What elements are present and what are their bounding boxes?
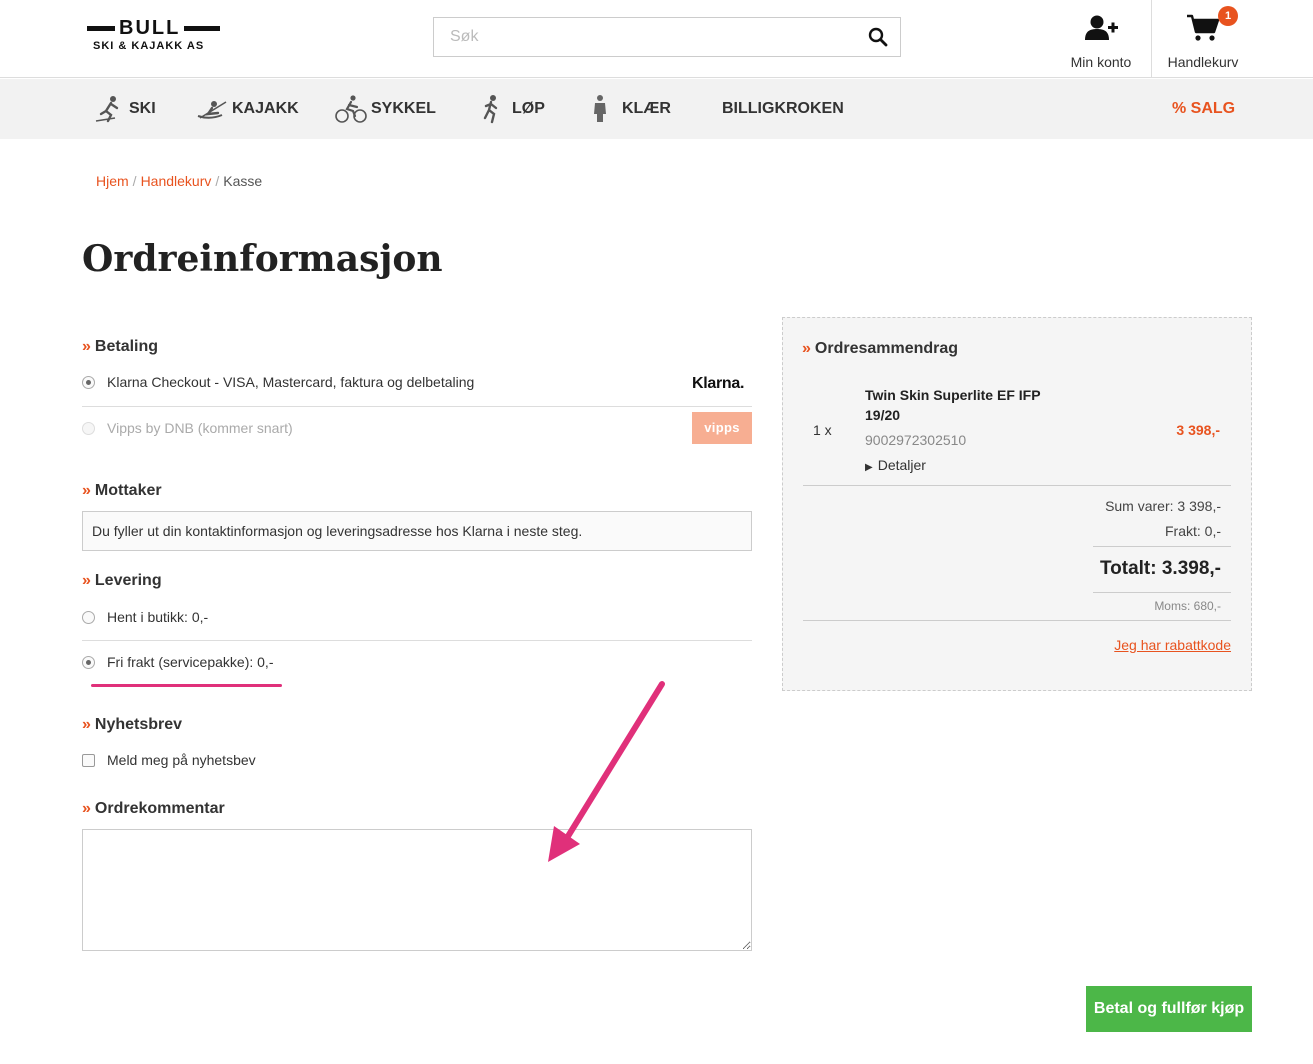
nav-item-sykkel[interactable]: SYKKEL <box>335 79 436 139</box>
order-total: Totalt: 3.398,- <box>1099 558 1221 579</box>
breadcrumb: Hjem / Handlekurv / Kasse <box>96 173 263 189</box>
triangle-right-icon: ▶ <box>865 462 873 473</box>
recipient-info-box: Du fyller ut din kontaktinformasjon og l… <box>82 511 752 551</box>
cart-link[interactable]: 1 Handlekurv <box>1151 0 1313 78</box>
pay-and-complete-button[interactable]: Betal og fullfør kjøp <box>1086 986 1252 1032</box>
nav-label-ski: SKI <box>129 100 156 117</box>
newsletter-checkbox[interactable] <box>82 753 95 767</box>
item-name: Twin Skin Superlite EF IFP 19/20 <box>865 387 1041 423</box>
cart-icon <box>1187 14 1220 41</box>
nav-label-klaer: KLÆR <box>622 100 671 117</box>
payment-radio-klarna[interactable] <box>82 375 95 389</box>
vat-amount: Moms: 680,- <box>1154 599 1221 613</box>
nav-label-billigkroken: BILLIGKROKEN <box>722 100 844 117</box>
divider <box>803 620 1231 621</box>
annotation-arrow-icon <box>548 681 665 862</box>
main-nav: SKI KAJAKK SYKKEL LØP KLÆR BILLIGKROKEN … <box>0 79 1313 139</box>
nav-item-klaer[interactable]: KLÆR <box>586 79 671 139</box>
runner-icon <box>483 95 498 124</box>
divider <box>1093 592 1231 593</box>
delivery-label-free-shipping: Fri frakt (servicepakke): 0,- <box>107 654 274 670</box>
logo-main-text: BULL <box>119 17 181 39</box>
delivery-option-free-shipping[interactable]: Fri frakt (servicepakke): 0,- <box>82 642 752 682</box>
site-header: BULL SKI & KAJAKK AS Min konto 1 Handlek… <box>0 0 1313 78</box>
vipps-logo: vipps <box>692 412 752 444</box>
search-input[interactable] <box>434 18 854 56</box>
user-add-icon <box>1085 15 1118 40</box>
nav-item-lop[interactable]: LØP <box>476 79 545 139</box>
annotation-underline <box>91 684 282 687</box>
payment-option-klarna[interactable]: Klarna Checkout - VISA, Mastercard, fakt… <box>82 362 752 402</box>
payment-radio-vipps <box>82 421 95 435</box>
delivery-radio-pickup[interactable] <box>82 610 95 624</box>
breadcrumb-current: Kasse <box>223 173 263 189</box>
delivery-option-pickup[interactable]: Hent i butikk: 0,- <box>82 597 752 637</box>
account-label: Min konto <box>1070 54 1132 70</box>
cyclist-icon <box>335 95 367 123</box>
account-link[interactable]: Min konto <box>1052 0 1150 78</box>
nav-item-salg[interactable]: % SALG <box>1172 79 1235 139</box>
cart-count-badge: 1 <box>1218 6 1238 26</box>
sum-items: Sum varer: 3 398,- <box>1105 498 1221 514</box>
section-heading-delivery: » Levering <box>82 572 162 589</box>
nav-label-lop: LØP <box>512 100 545 117</box>
divider <box>82 406 752 407</box>
item-sku: 9002972302510 <box>865 432 967 448</box>
shipping-cost: Frakt: 0,- <box>1164 523 1221 539</box>
section-heading-payment: » Betaling <box>82 338 159 355</box>
klarna-logo: Klarna. <box>692 375 745 392</box>
kayak-icon <box>197 101 227 119</box>
breadcrumb-cart[interactable]: Handlekurv <box>141 173 212 189</box>
page-title: Ordreinformasjon <box>82 238 443 280</box>
section-heading-recipient: » Mottaker <box>82 482 162 499</box>
logo-sub-text: SKI & KAJAKK AS <box>93 40 205 52</box>
skier-icon <box>95 96 119 123</box>
divider <box>82 640 752 641</box>
search-icon[interactable] <box>868 27 888 47</box>
search-bar <box>433 17 901 57</box>
nav-label-kajakk: KAJAKK <box>232 100 299 117</box>
discount-code-link[interactable]: Jeg har rabattkode <box>1114 637 1231 653</box>
item-details-toggle[interactable]: ▶ Detaljer <box>865 457 926 473</box>
order-summary-heading: » Ordresammendrag <box>802 340 959 357</box>
delivery-radio-free-shipping[interactable] <box>82 655 95 669</box>
item-quantity: 1 x <box>813 422 832 438</box>
delivery-label-pickup: Hent i butikk: 0,- <box>107 609 209 625</box>
nav-label-sykkel: SYKKEL <box>371 100 436 117</box>
cart-label: Handlekurv <box>1167 54 1239 70</box>
payment-label-vipps: Vipps by DNB (kommer snart) <box>107 420 293 436</box>
order-summary-panel: » Ordresammendrag 1 x Twin Skin Superlite… <box>782 317 1252 691</box>
newsletter-label: Meld meg på nyhetsbev <box>107 752 256 768</box>
divider <box>803 485 1231 486</box>
bull-logo[interactable]: BULL SKI & KAJAKK AS <box>87 17 245 54</box>
nav-item-ski[interactable]: SKI <box>93 79 156 139</box>
section-heading-comment: » Ordrekommentar <box>82 800 225 817</box>
item-price: 3 398,- <box>1176 422 1220 438</box>
nav-item-billigkroken[interactable]: BILLIGKROKEN <box>722 79 844 139</box>
payment-option-vipps: Vipps by DNB (kommer snart) <box>82 408 752 448</box>
nav-item-kajakk[interactable]: KAJAKK <box>196 79 299 139</box>
payment-label-klarna: Klarna Checkout - VISA, Mastercard, fakt… <box>107 374 475 390</box>
clothing-icon <box>594 95 606 122</box>
nav-label-salg: % SALG <box>1172 100 1236 117</box>
section-heading-newsletter: » Nyhetsbrev <box>82 716 183 733</box>
divider <box>1093 546 1231 547</box>
breadcrumb-home[interactable]: Hjem <box>96 173 129 189</box>
